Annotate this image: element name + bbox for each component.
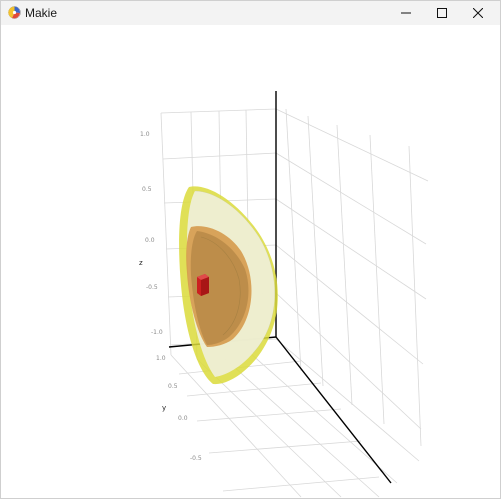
z-tick-label: -0.5 <box>146 284 158 291</box>
y-axis-label: y <box>162 404 166 412</box>
maximize-icon <box>437 8 447 18</box>
z-tick-label: -1.0 <box>151 329 163 336</box>
y-tick-label: -0.5 <box>190 455 202 462</box>
app-window: Makie 1.0 0.5 0.0 -0.5 -1.0 z 1.0 0.5 0.… <box>0 0 501 499</box>
minimize-icon <box>401 12 411 14</box>
z-tick-label: 0.0 <box>145 237 155 244</box>
maximize-button[interactable] <box>423 1 461 25</box>
minimize-button[interactable] <box>387 1 425 25</box>
close-icon <box>473 8 483 18</box>
inner-core <box>197 274 209 296</box>
z-tick-label: 1.0 <box>140 131 150 138</box>
right-wall-grid <box>275 108 429 462</box>
y-tick-label: 0.0 <box>178 415 188 422</box>
y-tick-label: 0.5 <box>168 383 178 390</box>
makie-logo-icon <box>8 6 21 19</box>
title-bar[interactable]: Makie <box>1 1 500 25</box>
window-title: Makie <box>25 6 58 20</box>
close-button[interactable] <box>459 1 497 25</box>
3d-scene-canvas[interactable]: 1.0 0.5 0.0 -0.5 -1.0 z 1.0 0.5 0.0 -0.5… <box>1 25 500 498</box>
z-tick-label: 0.5 <box>142 186 152 193</box>
z-axis-label: z <box>139 259 143 267</box>
y-tick-label: 1.0 <box>156 355 166 362</box>
